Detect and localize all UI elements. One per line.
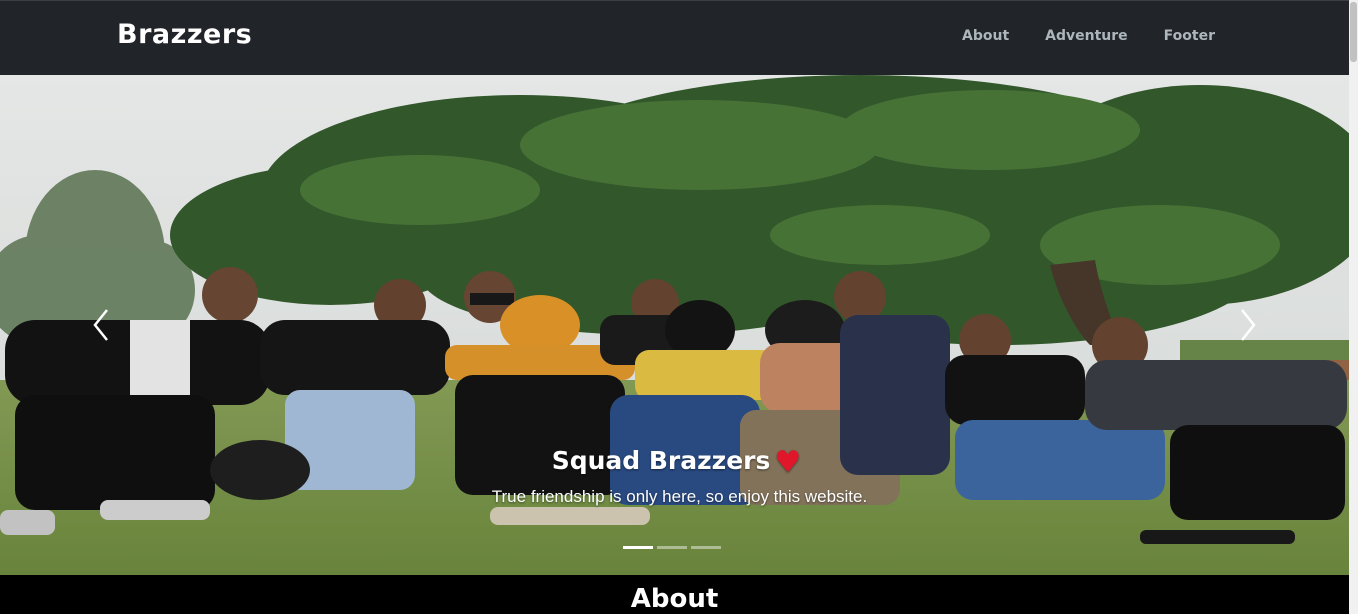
carousel-indicator-2[interactable] — [657, 546, 687, 549]
heart-icon: ♥ — [774, 445, 802, 480]
caption-title-row: Squad Brazzers ♥ — [4, 443, 1349, 479]
about-heading: About — [630, 584, 719, 614]
caption-text: True friendship is only here, so enjoy t… — [491, 487, 868, 506]
page-scrollbar[interactable] — [1349, 0, 1358, 614]
carousel-indicators — [623, 546, 721, 549]
top-navbar: Brazzers About Adventure Footer — [0, 0, 1349, 75]
nav-links: About Adventure Footer — [962, 28, 1215, 44]
nav-link-adventure[interactable]: Adventure — [1045, 28, 1128, 44]
about-section: About — [0, 575, 1349, 614]
scrollbar-thumb[interactable] — [1350, 2, 1357, 62]
chevron-right-icon — [1241, 309, 1256, 341]
carousel-next-button[interactable] — [1228, 305, 1268, 345]
nav-link-footer[interactable]: Footer — [1164, 28, 1215, 44]
carousel-indicator-1[interactable] — [623, 546, 653, 549]
hero-carousel: Squad Brazzers ♥ True friendship is only … — [0, 75, 1349, 575]
chevron-left-icon — [93, 309, 108, 341]
carousel-caption: Squad Brazzers ♥ True friendship is only … — [0, 443, 1349, 507]
caption-title: Squad Brazzers — [551, 446, 771, 475]
brand-logo-link[interactable]: Brazzers — [117, 19, 252, 50]
carousel-prev-button[interactable] — [81, 305, 121, 345]
nav-link-about[interactable]: About — [962, 28, 1009, 44]
page: Brazzers About Adventure Footer Squad Br… — [0, 0, 1358, 614]
carousel-indicator-3[interactable] — [691, 546, 721, 549]
